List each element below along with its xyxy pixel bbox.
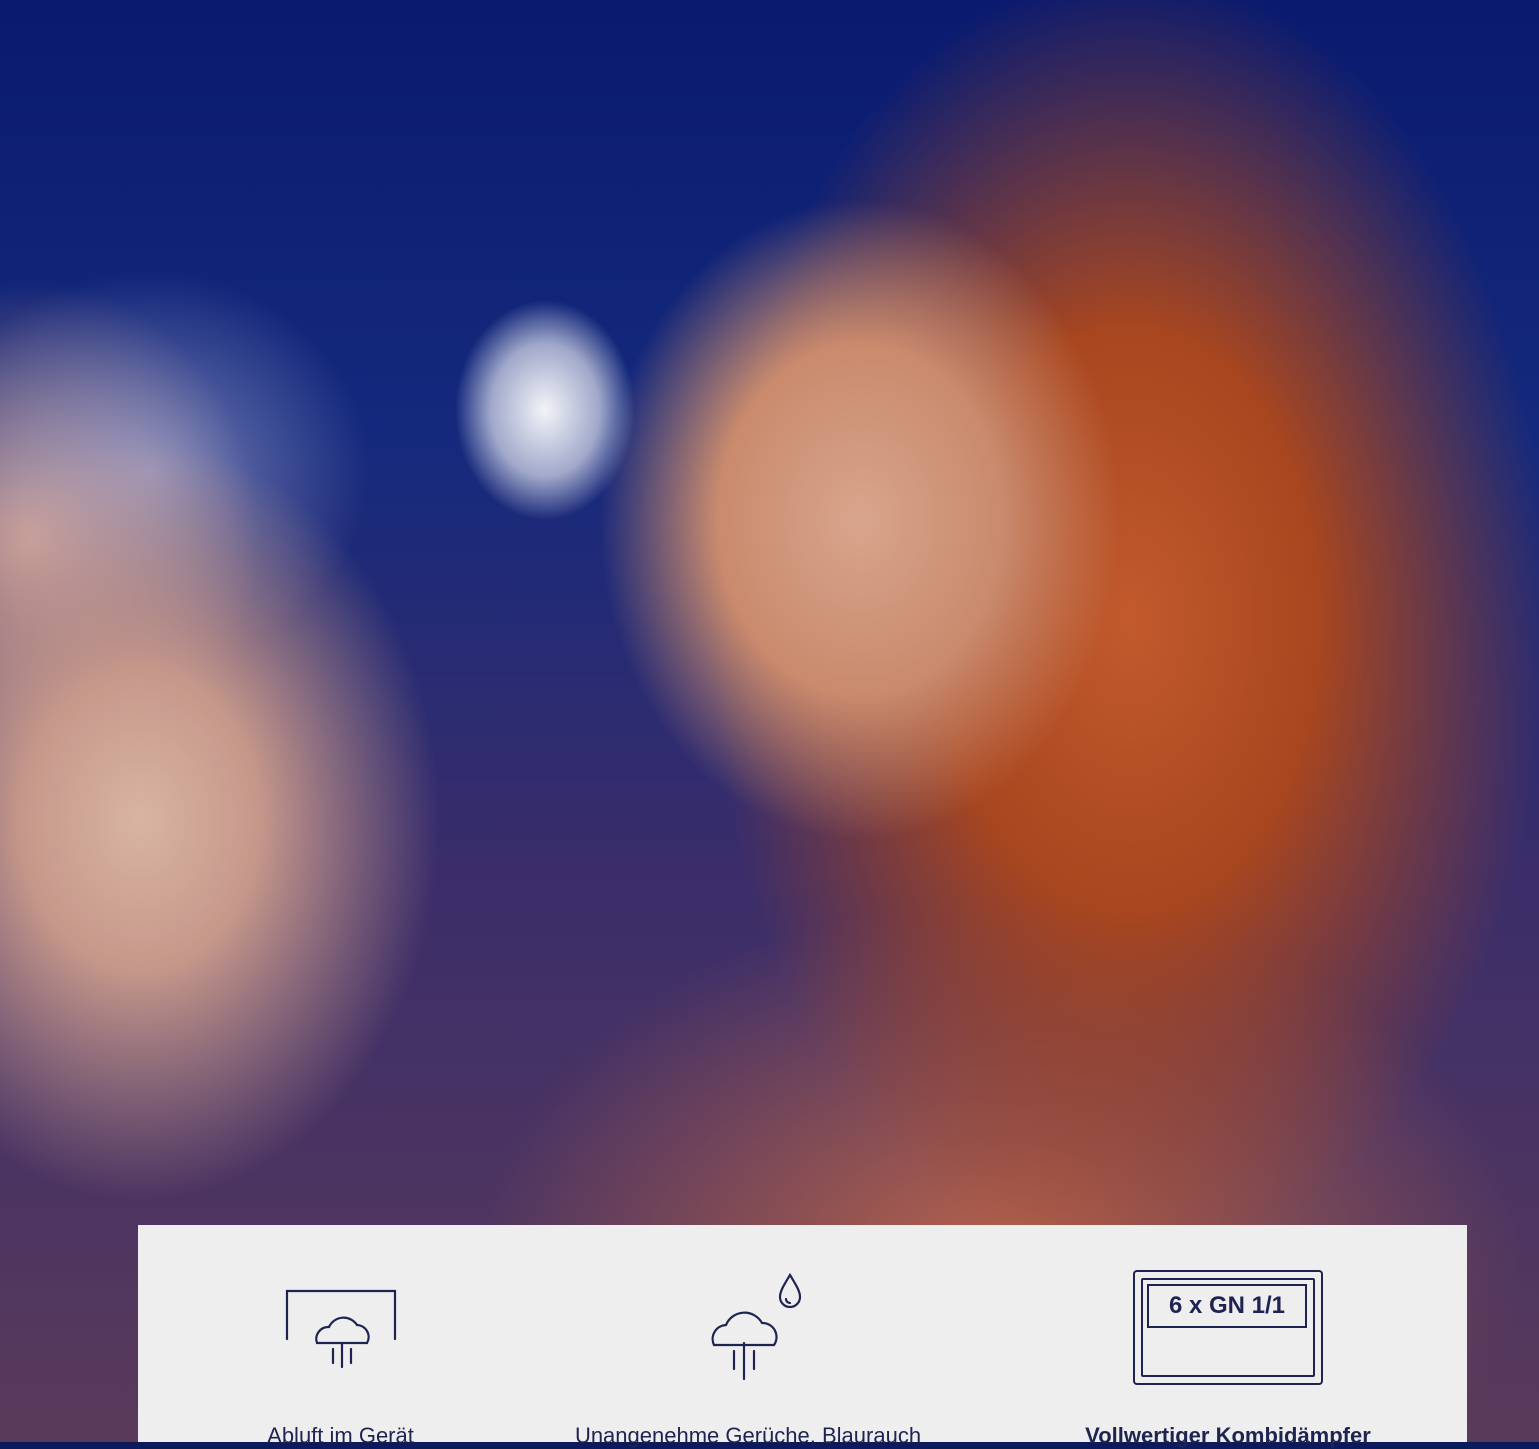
steam-cloud-drop-icon [678,1269,818,1389]
feature-exhaust: Abluft im Gerät [183,1225,498,1448]
tray-capacity-label: 6 x GN 1/1 [1147,1284,1307,1328]
gastronorm-tray-icon: 6 x GN 1/1 [1128,1265,1328,1390]
exhaust-hood-icon [281,1287,401,1387]
feature-combi-steamer: 6 x GN 1/1 Vollwertiger Kombidämpfer [1018,1225,1438,1448]
feature-caption: Unangenehme Gerüche, Blaurauch [574,1423,922,1448]
feature-odors: Unangenehme Gerüche, Blaurauch [518,1225,978,1448]
feature-panel: Abluft im Gerät Unangenehme Gerüche, Bla… [138,1225,1467,1448]
tray-outline: 6 x GN 1/1 [1133,1270,1323,1385]
feature-caption: Vollwertiger Kombidämpfer [1085,1423,1371,1448]
feature-caption: Abluft im Gerät [267,1423,414,1448]
